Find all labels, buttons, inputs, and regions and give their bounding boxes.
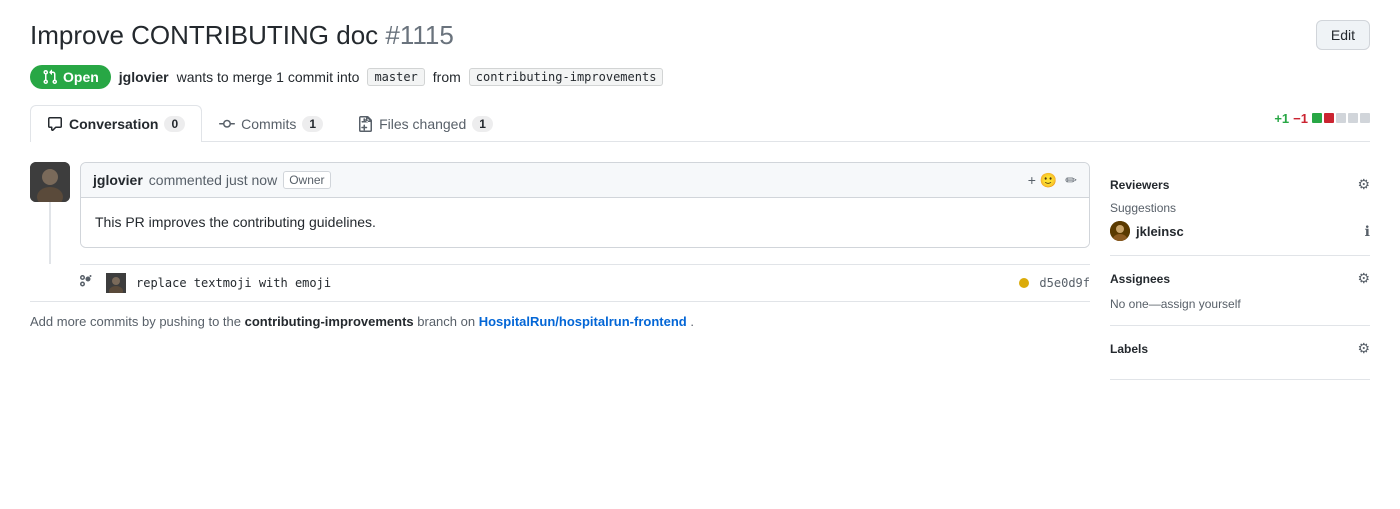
assignees-gear-icon[interactable]: ⚙ xyxy=(1357,270,1370,287)
commit-status-dot xyxy=(1019,278,1029,288)
edit-comment-button[interactable]: ✏ xyxy=(1065,172,1077,189)
assignees-title: Assignees xyxy=(1110,272,1170,286)
tab-commits[interactable]: Commits 1 xyxy=(202,105,340,142)
avatar-image xyxy=(30,162,70,202)
tabs-row: Conversation 0 Commits 1 Files changed 1… xyxy=(30,105,1370,142)
avatar xyxy=(30,162,70,202)
labels-title: Labels xyxy=(1110,342,1148,356)
git-pull-request-icon xyxy=(42,69,58,85)
pr-description: wants to merge 1 commit into xyxy=(177,69,360,85)
pr-title: Improve CONTRIBUTING doc #1115 xyxy=(30,20,454,51)
comment-meta: jglovier commented just now Owner xyxy=(93,171,331,189)
footer-repo-link[interactable]: HospitalRun/hospitalrun-frontend xyxy=(479,314,687,329)
comment-box: jglovier commented just now Owner + 🙂 ✏ xyxy=(80,162,1090,248)
commit-avatar-image xyxy=(106,273,126,293)
pr-author: jglovier xyxy=(119,69,169,85)
pr-number: #1115 xyxy=(385,20,453,50)
from-text: from xyxy=(433,69,461,85)
footer-text-after: . xyxy=(690,314,694,329)
diff-deletions: −1 xyxy=(1293,111,1308,126)
owner-badge: Owner xyxy=(283,171,330,189)
open-badge-label: Open xyxy=(63,69,99,85)
diff-bar-1 xyxy=(1312,113,1322,123)
source-branch[interactable]: contributing-improvements xyxy=(469,68,664,86)
tab-conversation-count: 0 xyxy=(164,116,185,132)
diff-additions: +1 xyxy=(1274,111,1289,126)
tab-conversation[interactable]: Conversation 0 xyxy=(30,105,202,142)
comment-body-text: This PR improves the contributing guidel… xyxy=(95,212,1075,233)
footer-text-middle: branch on xyxy=(417,314,475,329)
comment-actions: + 🙂 ✏ xyxy=(1028,172,1077,189)
diff-bar xyxy=(1312,113,1370,123)
sidebar: Reviewers ⚙ Suggestions jkleinsc ℹ Assi xyxy=(1110,162,1370,380)
tab-files-changed-count: 1 xyxy=(472,116,493,132)
commit-icon xyxy=(219,116,235,132)
reviewer-name[interactable]: jkleinsc xyxy=(1136,224,1359,239)
diff-bar-3 xyxy=(1336,113,1346,123)
commit-author-avatar xyxy=(106,273,126,293)
emoji-reaction-button[interactable]: + 🙂 xyxy=(1028,172,1058,189)
target-branch[interactable]: master xyxy=(367,68,424,86)
comment-container: jglovier commented just now Owner + 🙂 ✏ xyxy=(80,162,1090,248)
assignees-section: Assignees ⚙ No one—assign yourself xyxy=(1110,256,1370,326)
reviewers-title: Reviewers xyxy=(1110,178,1169,192)
tab-files-changed-label: Files changed xyxy=(379,116,466,132)
tab-files-changed[interactable]: Files changed 1 xyxy=(340,105,510,142)
no-assignee-text[interactable]: No one—assign yourself xyxy=(1110,297,1241,311)
reviewers-gear-icon[interactable]: ⚙ xyxy=(1357,176,1370,193)
commit-branch-icon xyxy=(80,275,96,291)
tab-conversation-label: Conversation xyxy=(69,116,158,132)
comment-body: This PR improves the contributing guidel… xyxy=(81,198,1089,247)
diff-stats: +1 −1 xyxy=(1274,111,1370,136)
labels-section: Labels ⚙ xyxy=(1110,326,1370,380)
labels-gear-icon[interactable]: ⚙ xyxy=(1357,340,1370,357)
tab-commits-count: 1 xyxy=(302,116,323,132)
tab-commits-label: Commits xyxy=(241,116,296,132)
reviewer-avatar-image xyxy=(1110,221,1130,241)
reviewer-row: jkleinsc ℹ xyxy=(1110,221,1370,241)
pr-header: Improve CONTRIBUTING doc #1115 Edit xyxy=(30,20,1370,51)
labels-header: Labels ⚙ xyxy=(1110,340,1370,357)
commit-sha[interactable]: d5e0d9f xyxy=(1039,276,1090,290)
reviewers-header: Reviewers ⚙ xyxy=(1110,176,1370,193)
suggestions-label: Suggestions xyxy=(1110,201,1370,215)
open-badge: Open xyxy=(30,65,111,89)
status-row: Open jglovier wants to merge 1 commit in… xyxy=(30,65,1370,89)
diff-icon xyxy=(357,116,373,132)
reviewers-section: Reviewers ⚙ Suggestions jkleinsc ℹ xyxy=(1110,162,1370,256)
edit-button[interactable]: Edit xyxy=(1316,20,1370,50)
main-layout: jglovier commented just now Owner + 🙂 ✏ xyxy=(30,142,1370,380)
footer-text-before: Add more commits by pushing to the xyxy=(30,314,241,329)
assignees-header: Assignees ⚙ xyxy=(1110,270,1370,287)
footer-note: Add more commits by pushing to the contr… xyxy=(30,301,1090,341)
reviewer-avatar xyxy=(1110,221,1130,241)
commit-row: replace textmoji with emoji d5e0d9f xyxy=(80,264,1090,301)
reviewer-info-icon[interactable]: ℹ xyxy=(1365,223,1370,240)
comment-author[interactable]: jglovier xyxy=(93,172,143,188)
comment-wrapper: jglovier commented just now Owner + 🙂 ✏ xyxy=(30,162,1090,248)
diff-bar-4 xyxy=(1348,113,1358,123)
diff-bar-5 xyxy=(1360,113,1370,123)
comment-icon xyxy=(47,116,63,132)
main-content: jglovier commented just now Owner + 🙂 ✏ xyxy=(30,162,1090,380)
footer-branch: contributing-improvements xyxy=(245,314,414,329)
commit-message[interactable]: replace textmoji with emoji xyxy=(136,276,1009,290)
comment-time: commented just now xyxy=(149,172,277,188)
diff-bar-2 xyxy=(1324,113,1334,123)
comment-header: jglovier commented just now Owner + 🙂 ✏ xyxy=(81,163,1089,198)
pr-title-text: Improve CONTRIBUTING doc xyxy=(30,20,378,50)
